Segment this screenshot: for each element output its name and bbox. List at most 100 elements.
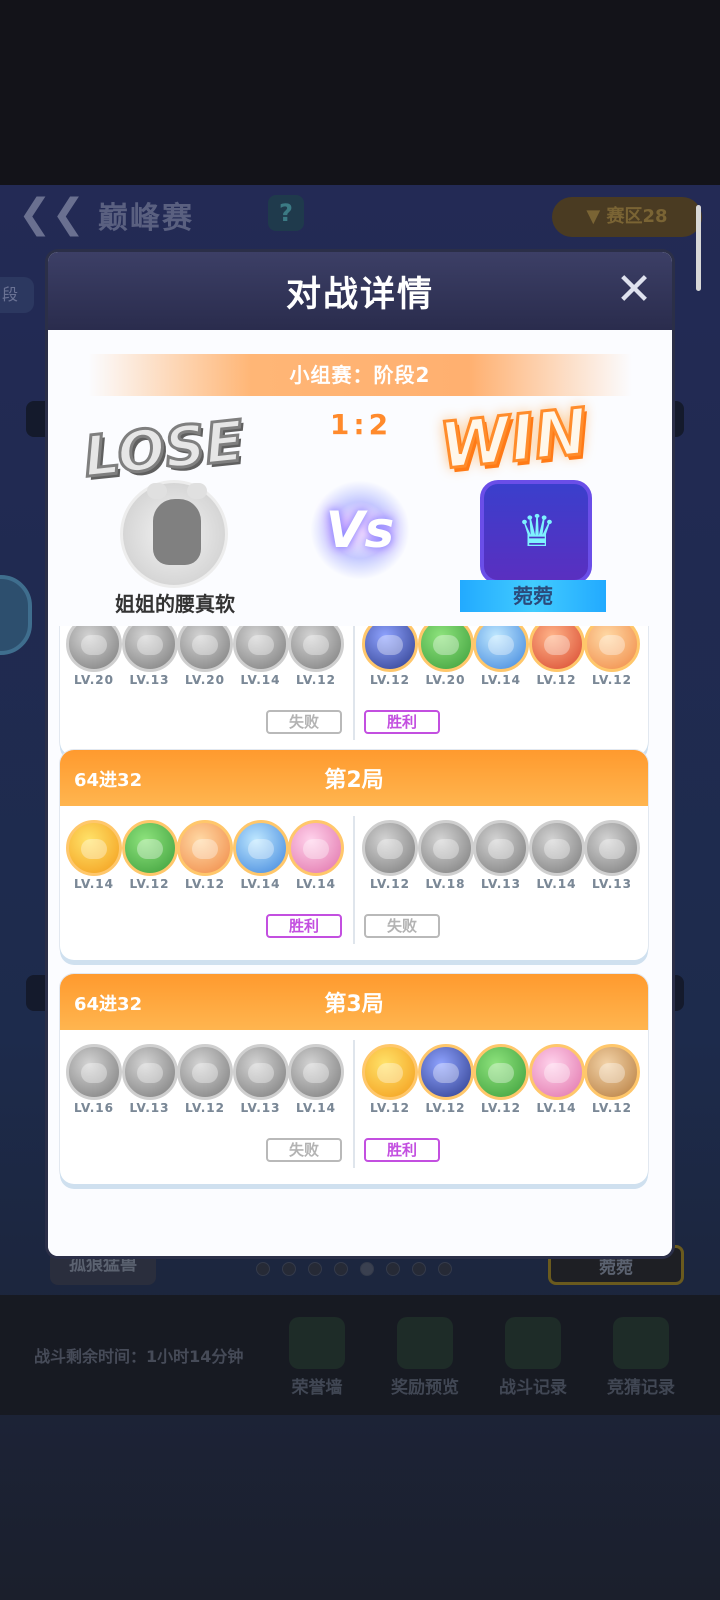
left-result-badge: 胜利	[266, 914, 342, 938]
hero-level: LV.13	[129, 673, 170, 687]
hero-face	[432, 839, 459, 859]
right-hero-lineup: LV.12 LV.12 LV.12 LV.14 LV.12	[362, 1044, 652, 1124]
hero-slot[interactable]: LV.14	[473, 626, 529, 687]
right-player-name: 菀菀	[460, 580, 606, 612]
hero-portrait-icon	[584, 820, 640, 876]
hero-level: LV.20	[74, 673, 114, 687]
hero-slot[interactable]: LV.12	[473, 1044, 529, 1115]
hero-slot[interactable]: LV.14	[288, 1044, 344, 1115]
hero-slot[interactable]: LV.18	[417, 820, 474, 891]
hero-slot[interactable]: LV.12	[528, 626, 585, 687]
hero-face	[136, 635, 163, 655]
hero-face	[81, 839, 107, 859]
hero-portrait-icon	[473, 820, 529, 876]
nav-honor-wall[interactable]: 荣誉墙	[272, 1317, 362, 1398]
hero-slot[interactable]: LV.20	[177, 626, 233, 687]
scrollbar[interactable]	[696, 205, 701, 291]
hero-slot[interactable]: LV.12	[177, 820, 233, 891]
hero-portrait-icon	[417, 1044, 474, 1100]
nav-label: 奖励预览	[391, 1378, 459, 1398]
stage-tag: 段	[0, 277, 34, 313]
page-dot	[412, 1262, 426, 1276]
hero-slot[interactable]: LV.13	[121, 626, 178, 687]
nav-reward-preview[interactable]: 奖励预览	[380, 1317, 470, 1398]
nav-battle-record[interactable]: 战斗记录	[488, 1317, 578, 1398]
hero-face	[247, 635, 274, 655]
hero-portrait-icon	[121, 1044, 178, 1100]
avatar-ear	[147, 483, 167, 499]
hero-face	[543, 1063, 570, 1083]
hero-slot[interactable]: LV.12	[177, 1044, 233, 1115]
page-dot-active	[360, 1262, 374, 1276]
left-hero-lineup: LV.16 LV.13 LV.12 LV.13 LV.14	[66, 1044, 356, 1124]
hero-level: LV.12	[296, 673, 336, 687]
question-icon[interactable]: ?	[268, 195, 304, 231]
modal-body: 小组赛：阶段2 1:2 LOSE WIN 姐姐的腰真软 Vs ♛ 菀菀 LV.2…	[48, 330, 672, 1256]
right-result-badge: 胜利	[364, 710, 440, 734]
hero-slot[interactable]: LV.12	[288, 626, 344, 687]
hero-face	[543, 839, 570, 859]
hero-slot[interactable]: LV.20	[66, 626, 122, 687]
modal-header: 对战详情 ✕	[48, 252, 672, 330]
hero-face	[543, 635, 570, 655]
hero-slot[interactable]: LV.20	[417, 626, 474, 687]
hero-slot[interactable]: LV.16	[66, 1044, 122, 1115]
hero-slot[interactable]: LV.14	[232, 626, 289, 687]
right-player-avatar[interactable]: ♛	[480, 480, 592, 584]
hero-slot[interactable]: LV.13	[584, 820, 640, 891]
hero-face	[192, 1063, 218, 1083]
hero-face	[247, 1063, 274, 1083]
hero-face	[599, 1063, 625, 1083]
hero-level: LV.14	[74, 877, 114, 891]
hero-level: LV.14	[240, 877, 281, 891]
hero-portrait-icon	[417, 626, 474, 672]
hero-slot[interactable]: LV.12	[584, 1044, 640, 1115]
hero-slot[interactable]: LV.12	[417, 1044, 474, 1115]
hero-level: LV.20	[425, 673, 466, 687]
hero-level: LV.13	[240, 1101, 281, 1115]
hero-portrait-icon	[232, 626, 289, 672]
round-header: 64进32 第3局	[60, 974, 648, 1030]
nav-label: 竞猜记录	[607, 1378, 675, 1398]
avatar-ear	[187, 483, 207, 499]
hero-level: LV.14	[536, 877, 577, 891]
round-header: 64进32 第2局	[60, 750, 648, 806]
hero-slot[interactable]: LV.13	[232, 1044, 289, 1115]
close-icon[interactable]: ✕	[614, 268, 654, 312]
hero-slot[interactable]: LV.12	[121, 820, 178, 891]
hero-slot[interactable]: LV.12	[584, 626, 640, 687]
right-hero-lineup: LV.12 LV.18 LV.13 LV.14 LV.13	[362, 820, 652, 900]
nav-label: 荣誉墙	[291, 1378, 343, 1398]
region-selector[interactable]: ▼ 赛区28	[552, 197, 702, 237]
hero-portrait-icon	[232, 1044, 289, 1100]
rounds-list[interactable]: LV.20 LV.13 LV.20 LV.14 LV.12 LV.12 LV.20 LV.14…	[48, 626, 672, 1256]
left-player-avatar[interactable]	[120, 480, 228, 588]
hero-portrait-icon	[121, 820, 178, 876]
hero-level: LV.18	[425, 877, 466, 891]
hero-portrait-icon	[66, 1044, 122, 1100]
hero-face	[488, 1063, 514, 1083]
hero-slot[interactable]: LV.12	[362, 1044, 418, 1115]
hero-slot[interactable]: LV.12	[362, 820, 418, 891]
hero-portrait-icon	[362, 626, 418, 672]
hero-slot[interactable]: LV.14	[232, 820, 289, 891]
hero-face	[136, 1063, 163, 1083]
hero-portrait-icon	[177, 1044, 233, 1100]
nav-bet-record[interactable]: 竞猜记录	[596, 1317, 686, 1398]
page-dot	[438, 1262, 452, 1276]
hero-portrait-icon	[288, 1044, 344, 1100]
hero-slot[interactable]: LV.12	[362, 626, 418, 687]
background-title: 巅峰赛	[98, 201, 194, 236]
hero-slot[interactable]: LV.14	[528, 1044, 585, 1115]
hero-slot[interactable]: LV.13	[121, 1044, 178, 1115]
hero-portrait-icon	[528, 1044, 585, 1100]
hero-level: LV.13	[481, 877, 521, 891]
hero-face	[599, 635, 625, 655]
hero-slot[interactable]: LV.14	[528, 820, 585, 891]
hero-portrait-icon	[528, 626, 585, 672]
hero-level: LV.13	[129, 1101, 170, 1115]
hero-slot[interactable]: LV.14	[66, 820, 122, 891]
hero-slot[interactable]: LV.13	[473, 820, 529, 891]
hero-slot[interactable]: LV.14	[288, 820, 344, 891]
back-arrow-icon[interactable]: ❮❮	[18, 191, 85, 237]
